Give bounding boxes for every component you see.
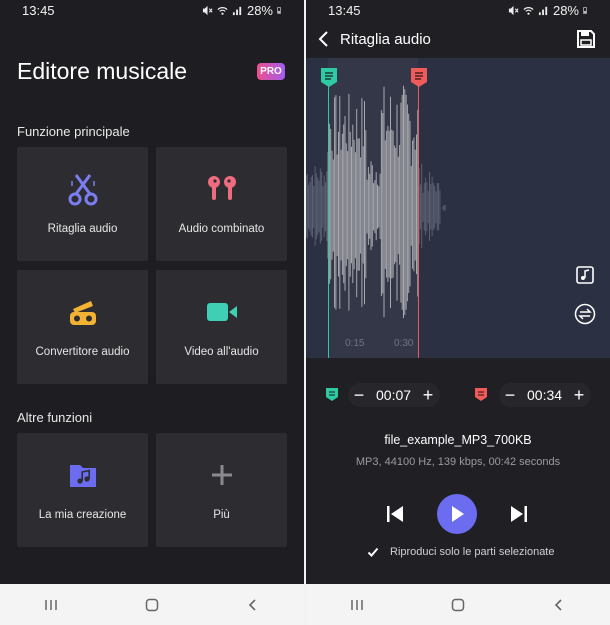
status-time: 13:45	[22, 3, 55, 18]
recents-button[interactable]	[342, 590, 372, 620]
swap-icon	[574, 303, 596, 325]
system-nav-bar	[306, 584, 610, 625]
plus-icon	[205, 457, 239, 493]
play-icon	[452, 506, 464, 522]
editor-screen: 13:45 28% Editore musicale PRO Funzione …	[0, 0, 304, 625]
status-bar: 13:45 28%	[306, 0, 610, 22]
waveform	[306, 85, 446, 319]
signal-icon	[232, 6, 242, 16]
battery-icon	[583, 7, 587, 14]
back-icon	[555, 598, 562, 611]
tile-label: Convertitore audio	[35, 346, 130, 358]
top-app-bar: Ritaglia audio	[306, 22, 610, 58]
start-decrease-button[interactable]: −	[348, 384, 370, 406]
combined-audio-tile[interactable]: Audio combinato	[156, 147, 287, 261]
home-button[interactable]	[443, 590, 473, 620]
trim-audio-tile[interactable]: Ritaglia audio	[17, 147, 148, 261]
end-marker-icon	[475, 388, 487, 401]
end-increase-button[interactable]: +	[568, 384, 590, 406]
play-selection-option[interactable]: Riproduci solo le parti selezionate	[366, 545, 554, 559]
battery-level: 28%	[552, 3, 579, 18]
import-music-button[interactable]	[572, 262, 598, 288]
skip-previous-button[interactable]	[384, 503, 406, 525]
battery-icon	[277, 7, 281, 14]
end-time-value: 00:34	[527, 387, 563, 403]
video-to-audio-tile[interactable]: Video all'audio	[156, 270, 287, 384]
signal-icon	[538, 6, 548, 16]
wifi-icon	[523, 7, 534, 15]
recents-icon	[350, 599, 363, 610]
end-handle-line	[418, 84, 419, 358]
save-button[interactable]	[574, 27, 598, 51]
music-folder-icon	[66, 457, 100, 493]
end-marker-handle[interactable]	[409, 66, 429, 88]
tile-label: Più	[213, 509, 230, 521]
back-button[interactable]	[312, 26, 336, 52]
back-button[interactable]	[544, 590, 574, 620]
skip-next-button[interactable]	[508, 503, 530, 525]
play-selection-label: Riproduci solo le parti selezionate	[390, 546, 555, 558]
check-icon	[367, 547, 379, 557]
screen-title: Ritaglia audio	[340, 31, 431, 48]
music-file-icon	[576, 266, 594, 284]
back-button[interactable]	[238, 590, 268, 620]
tile-label: Video all'audio	[184, 346, 259, 358]
back-arrow-icon	[318, 31, 328, 47]
earbuds-icon	[205, 171, 239, 207]
trim-audio-screen: 13:45 28% Ritaglia audio 0:15 0:30 − 00:…	[306, 0, 610, 625]
status-bar: 13:45 28%	[0, 0, 304, 22]
wifi-icon	[217, 7, 228, 15]
status-time: 13:45	[328, 3, 361, 18]
start-marker-handle[interactable]	[319, 66, 339, 88]
start-increase-button[interactable]: +	[417, 384, 439, 406]
more-tile[interactable]: Più	[156, 433, 287, 547]
home-icon	[451, 598, 465, 611]
tile-label: La mia creazione	[38, 509, 127, 521]
skip-next-icon	[511, 506, 527, 522]
recents-icon	[44, 599, 57, 610]
play-button[interactable]	[437, 494, 477, 534]
swap-button[interactable]	[572, 301, 598, 327]
home-icon	[145, 598, 159, 611]
my-creations-tile[interactable]: La mia creazione	[17, 433, 148, 547]
mute-icon	[202, 5, 213, 16]
scissors-icon	[66, 171, 100, 207]
other-section-title: Altre funzioni	[17, 410, 93, 425]
save-icon	[577, 30, 595, 48]
timeline-tick: 0:30	[394, 338, 414, 349]
pro-badge[interactable]: PRO	[257, 63, 285, 80]
back-icon	[249, 598, 256, 611]
timeline-tick: 0:15	[345, 338, 365, 349]
tile-label: Ritaglia audio	[47, 223, 118, 235]
start-time-value: 00:07	[376, 387, 412, 403]
battery-level: 28%	[246, 3, 273, 18]
play-selection-checkbox[interactable]	[366, 545, 380, 559]
tile-label: Audio combinato	[178, 223, 265, 235]
video-camera-icon	[205, 294, 239, 330]
system-nav-bar	[0, 584, 304, 625]
end-time-stepper: − 00:34 +	[499, 383, 591, 407]
main-section-title: Funzione principale	[17, 124, 130, 139]
start-marker-icon	[326, 388, 338, 401]
start-time-stepper: − 00:07 +	[348, 383, 440, 407]
recents-button[interactable]	[36, 590, 66, 620]
audio-converter-tile[interactable]: Convertitore audio	[17, 270, 148, 384]
file-name: file_example_MP3_700KB	[384, 433, 532, 447]
waveform-area[interactable]: 0:15 0:30	[306, 58, 610, 358]
mute-icon	[508, 5, 519, 16]
start-handle-line	[328, 84, 329, 358]
page-title: Editore musicale	[17, 58, 188, 84]
home-button[interactable]	[137, 590, 167, 620]
file-metadata: MP3, 44100 Hz, 139 kbps, 00:42 seconds	[355, 456, 561, 468]
skip-previous-icon	[387, 506, 403, 522]
converter-icon	[66, 294, 100, 330]
end-decrease-button[interactable]: −	[499, 384, 521, 406]
